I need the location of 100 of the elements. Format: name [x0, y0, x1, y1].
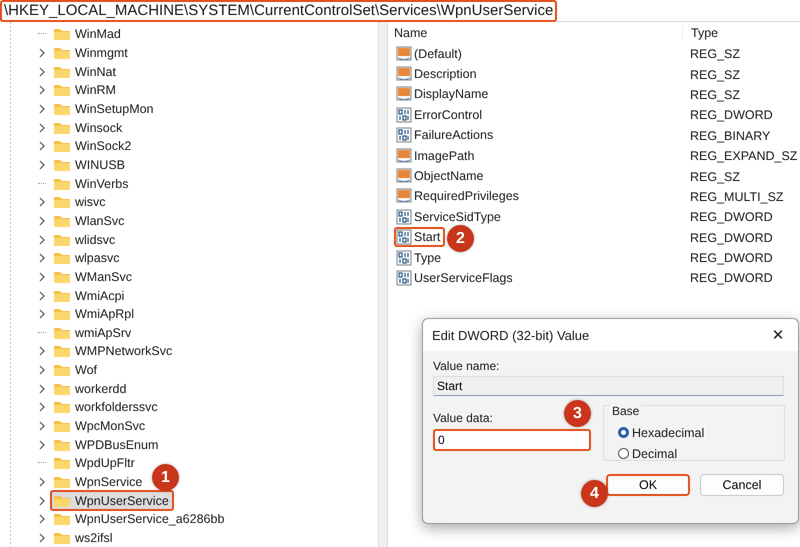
- radio-label[interactable]: Hexadecimal: [632, 426, 704, 440]
- chevron-icon[interactable]: [38, 272, 46, 282]
- chevron-icon[interactable]: [38, 421, 46, 432]
- chevron-icon[interactable]: [38, 104, 46, 114]
- value-type: REG_DWORD: [689, 108, 774, 122]
- radio-button[interactable]: [618, 427, 629, 438]
- value-type: REG_DWORD: [689, 230, 774, 245]
- tree-item[interactable]: Winmgmt: [50, 42, 133, 64]
- tree-item[interactable]: WinSetupMon: [50, 98, 159, 120]
- close-button[interactable]: ✕: [758, 321, 798, 349]
- folder-icon: [53, 251, 71, 266]
- tree-item[interactable]: wmiApSrv: [50, 322, 136, 344]
- chevron-icon[interactable]: [38, 141, 46, 152]
- column-header[interactable]: Name: [392, 26, 682, 40]
- value-name[interactable]: RequiredPrivileges: [394, 186, 524, 206]
- folder-icon: [53, 176, 71, 191]
- tree-item[interactable]: Wof: [50, 360, 102, 381]
- tree-item[interactable]: WpnUserService_a6286bb: [50, 508, 230, 530]
- value-type: REG_SZ: [689, 170, 742, 184]
- tree-item[interactable]: WmiAcpi: [50, 285, 130, 306]
- value-data-field[interactable]: 0: [433, 429, 591, 451]
- cancel-button[interactable]: Cancel: [700, 474, 784, 496]
- tree-item[interactable]: WMPNetworkSvc: [50, 340, 178, 362]
- tree-item[interactable]: WinNat: [50, 61, 121, 82]
- binary-value-icon: [396, 127, 412, 144]
- tree-item[interactable]: wlpasvc: [50, 248, 124, 269]
- tree-item[interactable]: WinMad: [50, 24, 126, 45]
- string-value-icon: [396, 86, 412, 102]
- folder-icon: [53, 438, 71, 452]
- tree-item[interactable]: wlidsvc: [50, 229, 120, 250]
- chevron-icon[interactable]: [38, 66, 46, 77]
- tree-item[interactable]: WinVerbs: [50, 173, 134, 194]
- chevron-icon[interactable]: [38, 514, 46, 524]
- value-name[interactable]: ObjectName: [394, 166, 488, 186]
- chevron-icon[interactable]: [38, 85, 46, 96]
- chevron-icon[interactable]: [38, 48, 46, 58]
- tree-item[interactable]: workerdd: [50, 378, 132, 400]
- tree-item[interactable]: WManSvc: [50, 266, 137, 288]
- binary-value-icon: [396, 106, 412, 123]
- value-type: REG_BINARY: [689, 128, 772, 143]
- tree-item[interactable]: WpcMonSvc: [50, 416, 150, 437]
- binary-value-icon: [396, 208, 412, 225]
- chevron-icon[interactable]: [38, 346, 46, 356]
- tree-item[interactable]: Winsock: [50, 117, 128, 138]
- address-bar[interactable]: \HKEY_LOCAL_MACHINE\SYSTEM\CurrentControlSet\Services\WpnUserService: [0, 0, 800, 22]
- chevron-icon[interactable]: [38, 122, 46, 133]
- step-badge: 2: [447, 225, 474, 252]
- value-name[interactable]: Type: [394, 248, 446, 268]
- value-name[interactable]: ErrorControl: [394, 104, 488, 125]
- tree-item[interactable]: ws2ifsl: [50, 528, 118, 547]
- tree-item[interactable]: WpdUpFltr: [50, 452, 140, 474]
- value-name[interactable]: Description: [394, 64, 482, 84]
- string-value-icon: [396, 46, 412, 62]
- chevron-icon[interactable]: [38, 197, 46, 208]
- tree-item[interactable]: WPDBusEnum: [50, 434, 164, 456]
- scrollbar[interactable]: [378, 22, 388, 547]
- column-header[interactable]: Type: [682, 26, 800, 40]
- chevron-icon[interactable]: [38, 160, 46, 170]
- chevron-icon[interactable]: [38, 440, 46, 450]
- value-name-field[interactable]: Start: [433, 376, 784, 396]
- binary-value-icon: [396, 250, 412, 266]
- chevron-icon[interactable]: [38, 384, 46, 394]
- tree-item[interactable]: WinRM: [50, 80, 121, 101]
- ok-button[interactable]: OK: [606, 474, 690, 496]
- chevron-icon[interactable]: [38, 365, 46, 376]
- value-name[interactable]: ServiceSidType: [394, 206, 506, 227]
- value-name[interactable]: (Default): [394, 44, 467, 64]
- value-type: REG_SZ: [689, 88, 742, 102]
- chevron-icon[interactable]: [38, 234, 46, 245]
- folder-icon: [53, 363, 71, 378]
- value-name[interactable]: UserServiceFlags: [394, 268, 518, 288]
- folder-icon: [53, 344, 71, 358]
- tree-item[interactable]: WlanSvc: [50, 210, 130, 232]
- folder-icon: [53, 307, 71, 322]
- tree-item[interactable]: workfolderssvc: [50, 396, 163, 418]
- radio-button[interactable]: [618, 448, 629, 459]
- radio-label[interactable]: Decimal: [632, 446, 678, 460]
- value-name[interactable]: ImagePath: [394, 146, 480, 166]
- chevron-icon[interactable]: [38, 290, 46, 301]
- chevron-icon[interactable]: [38, 496, 46, 506]
- binary-value-icon: [396, 270, 412, 286]
- folder-icon: [53, 419, 71, 434]
- value-name[interactable]: DisplayName: [394, 84, 494, 104]
- chevron-icon[interactable]: [38, 309, 46, 320]
- folder-icon: [53, 288, 71, 303]
- tree-item[interactable]: WinSock2: [50, 136, 136, 157]
- value-name[interactable]: Start: [394, 227, 446, 248]
- folder-icon: [53, 270, 71, 284]
- value-name[interactable]: FailureActions: [394, 125, 498, 146]
- chevron-icon[interactable]: [38, 533, 46, 544]
- chevron-icon[interactable]: [38, 477, 46, 488]
- tree-item[interactable]: WpnUserService: [50, 490, 174, 512]
- tree-item[interactable]: WINUSB: [50, 154, 130, 176]
- tree-item[interactable]: WmiApRpl: [50, 304, 140, 325]
- tree-item[interactable]: wisvc: [50, 192, 111, 213]
- chevron-icon[interactable]: [38, 216, 46, 226]
- chevron-icon[interactable]: [38, 402, 46, 412]
- registry-path: \HKEY_LOCAL_MACHINE\SYSTEM\CurrentControlSet\Services\WpnUserService: [0, 0, 558, 22]
- tree-item[interactable]: WpnService: [50, 472, 148, 493]
- chevron-icon[interactable]: [38, 253, 46, 264]
